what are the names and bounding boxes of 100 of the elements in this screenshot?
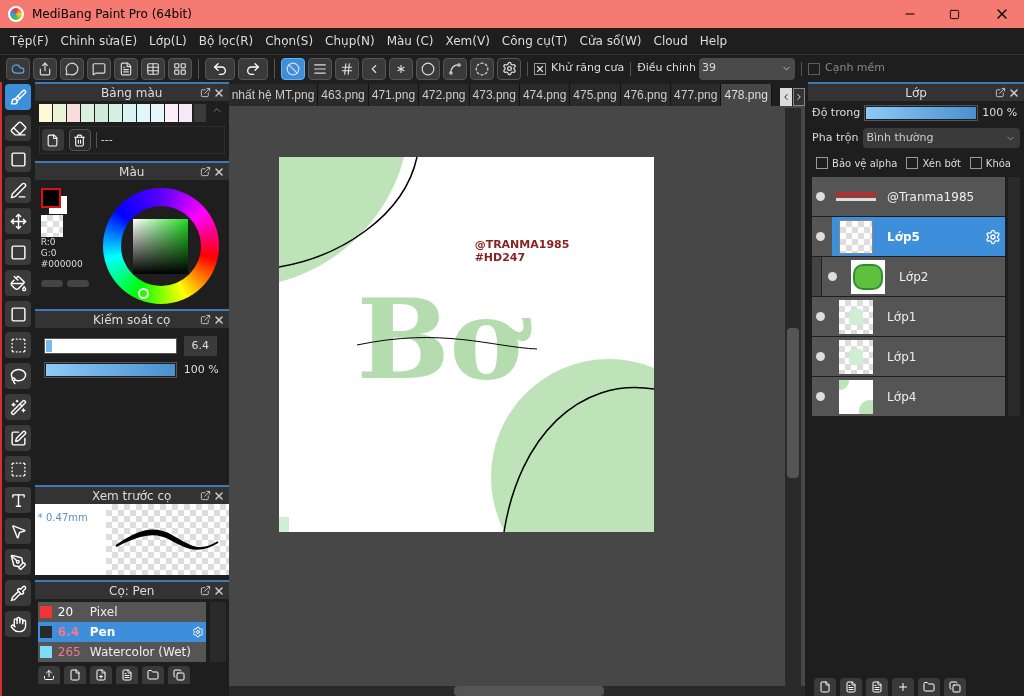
close-icon[interactable] <box>212 165 225 178</box>
square-tool-button[interactable] <box>5 146 32 172</box>
layer-row[interactable]: Lớp4 <box>812 377 1005 416</box>
file-tab[interactable]: nhất hệ MT.png <box>228 84 319 106</box>
blend-mode-dropdown[interactable]: Bình thường <box>862 128 1020 148</box>
color-square[interactable] <box>133 218 189 274</box>
file-tab[interactable]: 463.png <box>318 84 369 106</box>
menu-item[interactable]: Xem(V) <box>439 32 496 50</box>
table-button[interactable] <box>141 57 165 80</box>
color-swatch[interactable] <box>94 104 108 122</box>
folder-button[interactable] <box>918 678 941 696</box>
horizontal-scrollbar[interactable] <box>228 686 806 696</box>
hue-handle[interactable] <box>137 288 149 299</box>
undock-icon[interactable] <box>199 585 211 596</box>
paint-bucket-tool-button[interactable] <box>5 270 32 296</box>
concentric-circles-button[interactable] <box>416 57 440 80</box>
menu-item[interactable]: Help <box>693 32 734 50</box>
file-tab[interactable]: 478.png <box>721 84 772 106</box>
close-icon[interactable] <box>212 86 225 99</box>
layer-row[interactable]: Lớp1 <box>812 337 1005 376</box>
maximize-icon[interactable] <box>949 8 960 20</box>
trash-button[interactable] <box>68 129 91 151</box>
grid-layout-button[interactable] <box>168 57 192 80</box>
swatch-scrollbar[interactable] <box>193 104 206 122</box>
menu-item[interactable]: Cloud <box>647 32 694 50</box>
checkbox[interactable] <box>808 62 820 75</box>
circle-button[interactable] <box>470 57 494 80</box>
menu-item[interactable]: Bộ lọc(R) <box>192 32 260 50</box>
close-icon[interactable] <box>212 584 225 597</box>
cloud-button[interactable] <box>6 57 30 80</box>
share-button[interactable] <box>33 57 57 80</box>
menu-item[interactable]: Công cụ(T) <box>495 32 574 50</box>
adjust-dropdown[interactable]: 39 <box>699 57 795 80</box>
layer-row[interactable]: Lớp2 <box>822 257 1005 296</box>
new-brush-button[interactable] <box>63 666 86 684</box>
color-swatch[interactable] <box>178 104 192 122</box>
lasso-tool-button[interactable] <box>5 363 32 389</box>
menu-item[interactable]: Cửa sổ(W) <box>573 32 648 50</box>
dot-pen-tool-button[interactable] <box>5 177 32 203</box>
magic-wand-tool-button[interactable] <box>5 394 32 420</box>
curve-button[interactable] <box>443 57 467 80</box>
gradient-square-tool-button[interactable] <box>5 301 32 327</box>
checkbox[interactable] <box>969 157 982 169</box>
document-button[interactable] <box>866 678 889 696</box>
gear-icon[interactable] <box>191 626 204 638</box>
color-chips[interactable] <box>40 188 67 214</box>
undock-icon[interactable] <box>199 490 211 501</box>
upload-button[interactable] <box>37 666 60 684</box>
menu-item[interactable]: Lớp(L) <box>143 32 193 50</box>
color-swatch[interactable] <box>108 104 122 122</box>
color-swatch[interactable] <box>136 104 150 122</box>
color-swatch[interactable] <box>38 104 52 122</box>
vanishing-lines-button[interactable] <box>362 57 386 80</box>
checkbox[interactable] <box>534 62 546 75</box>
color-swatch[interactable] <box>164 104 178 122</box>
color-swatch[interactable] <box>66 104 80 122</box>
menu-item[interactable]: Tệp(F) <box>4 32 55 50</box>
layer-row[interactable]: @Tranma1985 <box>812 177 1005 216</box>
close-icon[interactable] <box>212 489 225 502</box>
file-tab[interactable]: 471.png <box>368 84 420 106</box>
checkbox[interactable] <box>816 157 829 169</box>
grid-button[interactable] <box>335 57 359 80</box>
close-icon[interactable] <box>212 313 225 326</box>
pen-nib-tool-button[interactable] <box>5 549 32 575</box>
color-swatch[interactable] <box>150 104 164 122</box>
undo-button[interactable] <box>205 57 235 80</box>
copy-button[interactable] <box>944 678 967 696</box>
color-swatch[interactable] <box>80 104 94 122</box>
undock-icon[interactable] <box>199 314 211 325</box>
tab-scroll-right-button[interactable] <box>793 88 806 106</box>
vertical-scrollbar[interactable] <box>785 108 802 686</box>
menu-item[interactable]: Chọn(S) <box>259 32 320 50</box>
brush-tool-button[interactable] <box>5 84 32 110</box>
hand-tool-button[interactable] <box>5 611 32 637</box>
menu-item[interactable]: Chụp(N) <box>319 32 381 50</box>
menu-item[interactable]: Chỉnh sửa(E) <box>54 32 144 50</box>
eraser-tool-button[interactable] <box>5 115 32 141</box>
undock-icon[interactable] <box>995 87 1006 98</box>
add-brush-button[interactable] <box>89 666 112 684</box>
layer-row[interactable]: Lớp1 <box>812 297 1005 336</box>
size-slider[interactable] <box>43 338 177 354</box>
dashed-square-tool-button[interactable] <box>5 456 32 482</box>
undock-icon[interactable] <box>199 87 211 98</box>
filled-square-tool-button[interactable] <box>5 239 32 265</box>
add-layer-button[interactable] <box>892 678 915 696</box>
document-button[interactable] <box>114 57 138 80</box>
undock-icon[interactable] <box>199 166 211 177</box>
new-palette-button[interactable] <box>41 129 64 151</box>
no-snap-button[interactable] <box>281 57 305 80</box>
square-pen-tool-button[interactable] <box>5 425 32 451</box>
color-swatch[interactable] <box>122 104 136 122</box>
eyedropper-tool-button[interactable] <box>5 580 32 606</box>
file-tab[interactable]: 477.png <box>671 84 722 106</box>
menu-item[interactable]: Màu (C) <box>380 32 440 50</box>
settings-button[interactable] <box>497 57 521 80</box>
size-value[interactable]: 6.4 <box>183 336 217 356</box>
folder-button[interactable] <box>141 666 164 684</box>
move-tool-button[interactable] <box>5 208 32 234</box>
copy-button[interactable] <box>167 666 190 684</box>
gear-icon[interactable] <box>985 228 1001 245</box>
